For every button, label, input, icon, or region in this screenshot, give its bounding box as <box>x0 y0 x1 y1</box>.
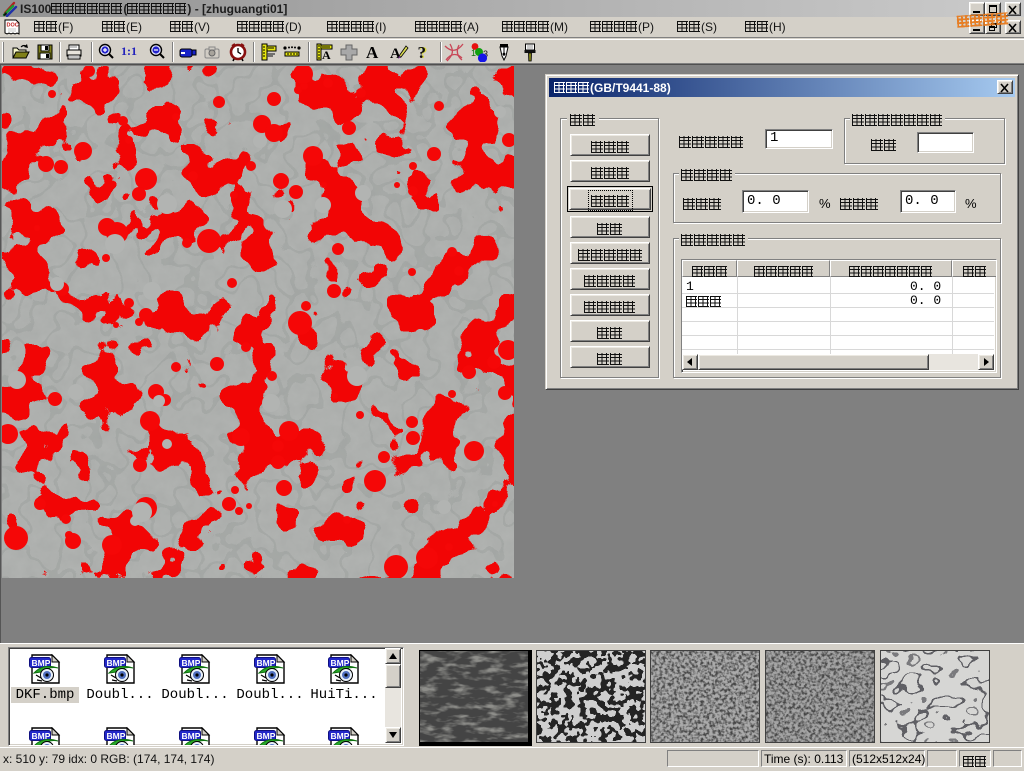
svg-text:DOC: DOC <box>7 23 19 29</box>
svg-text:A: A <box>322 48 331 62</box>
svg-text:A: A <box>390 46 401 62</box>
svg-text:A: A <box>366 43 379 62</box>
svg-text:?: ? <box>418 43 427 62</box>
